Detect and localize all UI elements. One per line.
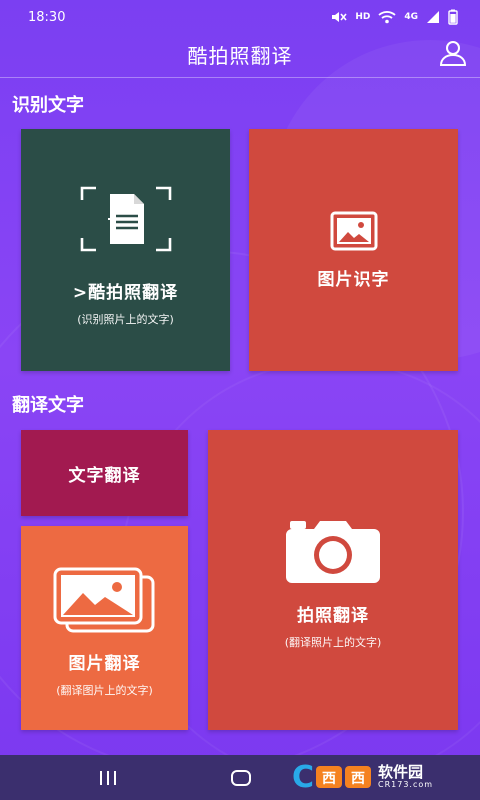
site-watermark: C 西 西 软件园 CR173.com: [290, 758, 460, 795]
cool-photo-translate-label: >酷拍照翻译: [72, 282, 179, 303]
recent-apps-icon[interactable]: [96, 767, 120, 789]
photo-translate-tile[interactable]: 拍照翻译 (翻译照片上的文字): [208, 430, 458, 730]
signal-icon: [427, 11, 439, 23]
mute-icon: [332, 12, 347, 22]
image-translate-tile[interactable]: 图片翻译 (翻译图片上的文字): [21, 526, 188, 730]
image-icon: [330, 211, 378, 255]
text-translate-label: 文字翻译: [68, 465, 141, 486]
section-title-translate: 翻译文字: [12, 395, 84, 416]
image-translate-subtitle: (翻译图片上的文字): [56, 683, 153, 697]
cool-photo-translate-subtitle: (识别照片上的文字): [77, 312, 174, 326]
app-header: 酷拍照翻译: [0, 34, 480, 74]
user-icon[interactable]: [438, 38, 468, 68]
cool-photo-translate-tile[interactable]: >酷拍照翻译 (识别照片上的文字): [21, 129, 230, 371]
wifi-icon: [378, 11, 396, 24]
picture-recognize-label: 图片识字: [317, 269, 390, 290]
svg-text:西: 西: [351, 771, 365, 787]
hd-badge: HD: [355, 12, 371, 22]
header-divider: [0, 77, 480, 78]
page-title: 酷拍照翻译: [187, 43, 293, 68]
watermark-brand: 软件园: [378, 763, 424, 781]
scan-document-icon: [78, 184, 174, 258]
battery-icon: [448, 9, 458, 25]
image-stack-icon: [53, 567, 157, 637]
camera-icon: [284, 517, 382, 587]
photo-translate-label: 拍照翻译: [297, 605, 369, 626]
photo-translate-subtitle: (翻译照片上的文字): [284, 635, 382, 649]
picture-recognize-tile[interactable]: 图片识字: [249, 129, 458, 371]
image-translate-label: 图片翻译: [68, 653, 141, 674]
watermark-logo: C 西 西: [292, 760, 371, 795]
svg-text:C: C: [292, 760, 314, 794]
home-icon[interactable]: [229, 767, 253, 789]
status-bar: 18:30 HD 4G: [0, 0, 480, 34]
4g-badge: 4G: [404, 12, 418, 22]
status-icons: HD 4G: [331, 9, 458, 25]
status-time: 18:30: [28, 9, 66, 25]
svg-text:西: 西: [322, 771, 336, 787]
section-title-recognize: 识别文字: [12, 95, 84, 116]
watermark-site: CR173.com: [378, 780, 434, 789]
text-translate-tile[interactable]: 文字翻译: [21, 430, 188, 516]
